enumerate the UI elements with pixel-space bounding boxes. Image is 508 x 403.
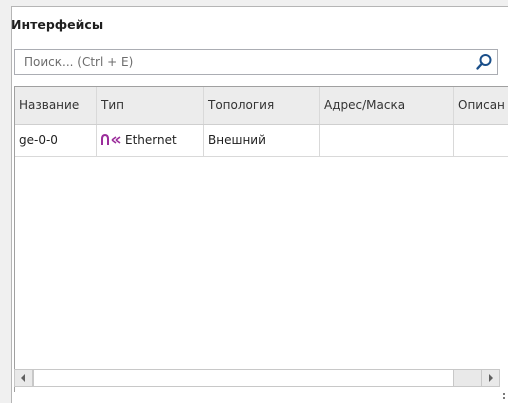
cell-name: ge-0-0 bbox=[15, 125, 97, 156]
column-header-topology[interactable]: Топология bbox=[204, 87, 320, 124]
ethernet-icon bbox=[101, 133, 121, 145]
scroll-thumb[interactable] bbox=[33, 370, 454, 386]
search-box[interactable] bbox=[14, 49, 498, 75]
cell-address bbox=[320, 125, 454, 156]
horizontal-scrollbar[interactable] bbox=[14, 369, 500, 387]
panel-title: Интерфейсы bbox=[11, 17, 104, 32]
column-header-description[interactable]: Описан bbox=[454, 87, 508, 124]
cell-type: Ethernet bbox=[97, 125, 204, 156]
cell-description bbox=[454, 125, 508, 156]
search-input[interactable] bbox=[15, 50, 465, 74]
cell-topology: Внешний bbox=[204, 125, 320, 156]
resize-grip-icon[interactable] bbox=[498, 391, 506, 401]
arrow-left-icon bbox=[21, 374, 25, 382]
column-header-type[interactable]: Тип bbox=[97, 87, 204, 124]
table-row[interactable]: ge-0-0 Ethernet Внешний bbox=[15, 125, 508, 157]
cell-type-label: Ethernet bbox=[125, 133, 177, 147]
table-header: Название Тип Топология Адрес/Маска Описа… bbox=[15, 87, 508, 125]
column-header-name[interactable]: Название bbox=[15, 87, 97, 124]
interfaces-table: Название Тип Топология Адрес/Маска Описа… bbox=[14, 86, 508, 392]
scroll-left-button[interactable] bbox=[15, 370, 33, 386]
column-header-address[interactable]: Адрес/Маска bbox=[320, 87, 454, 124]
arrow-right-icon bbox=[489, 374, 493, 382]
scroll-right-button[interactable] bbox=[481, 370, 499, 386]
search-icon[interactable] bbox=[475, 53, 493, 71]
